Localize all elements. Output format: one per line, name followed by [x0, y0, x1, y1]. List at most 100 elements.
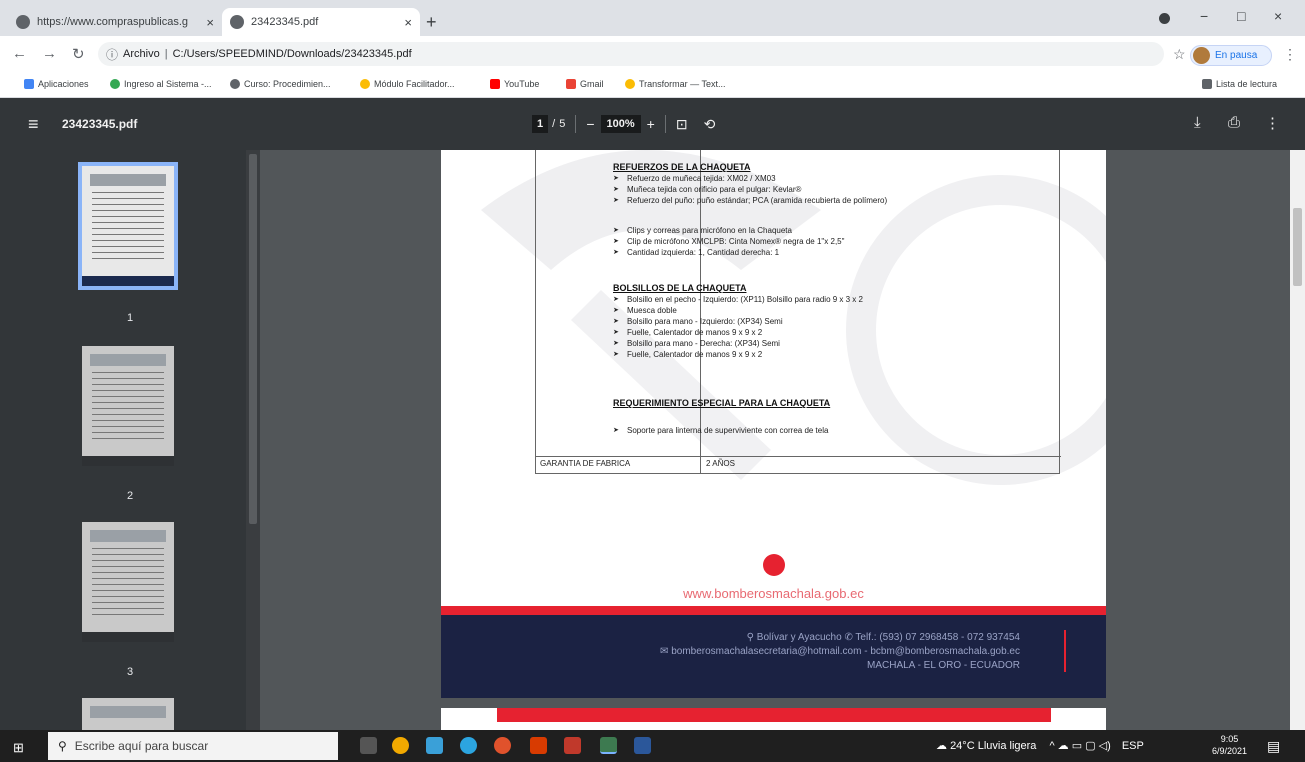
thumbnail-page-4[interactable] [82, 698, 174, 730]
bookmark-gmail[interactable]: Gmail [566, 79, 604, 89]
minimize-button[interactable]: − [1200, 8, 1208, 24]
address-bar[interactable]: ⓘ Archivo | C:/Users/SPEEDMIND/Downloads… [98, 42, 1164, 66]
zoom-out-button[interactable]: − [586, 116, 594, 132]
list-item: Cantidad izquierda: 1, Cantidad derecha:… [613, 248, 957, 257]
browser-menu-icon[interactable]: ⋮ [1283, 46, 1297, 63]
search-placeholder: Escribe aquí para buscar [74, 739, 209, 753]
thumbnail-scrollbar[interactable] [246, 150, 260, 730]
footer-address: Bolívar y Ayacucho [756, 632, 842, 643]
task-view-icon[interactable] [360, 737, 377, 754]
bookmark-curso[interactable]: Curso: Procedimien... [230, 79, 331, 89]
list-item: Bolsillo en el pecho - Izquierdo: (XP11)… [613, 295, 957, 304]
browser-tab-compraspublicas[interactable]: https://www.compraspublicas.g × [8, 8, 222, 36]
thumbnail-footer [82, 456, 174, 466]
page-separator: / [552, 118, 556, 130]
footer-city: MACHALA - EL ORO - ECUADOR [867, 660, 1020, 671]
menu-icon[interactable]: ≡ [28, 114, 39, 135]
reading-list[interactable]: Lista de lectura [1202, 79, 1277, 89]
website-link[interactable]: www.bomberosmachala.gob.ec [441, 586, 1106, 601]
scrollbar-thumb[interactable] [249, 154, 257, 524]
browser-toolbar: ← → ↻ ⓘ Archivo | C:/Users/SPEEDMIND/Dow… [0, 36, 1305, 72]
bookmark-label: Transformar — Text... [639, 79, 726, 89]
thumbnail-header [90, 706, 166, 718]
site-icon [625, 79, 635, 89]
bookmark-star-icon[interactable]: ☆ [1173, 46, 1186, 63]
office-icon[interactable] [530, 737, 547, 754]
app-icon[interactable] [564, 737, 581, 754]
bookmark-label: Curso: Procedimien... [244, 79, 331, 89]
download-icon[interactable]: ⤓ [1194, 114, 1201, 131]
tray-icons[interactable]: ^ ☁ ▭ ▢ ◁) [1049, 740, 1110, 752]
notification-icon[interactable]: ▤ [1267, 738, 1280, 755]
firefox-icon[interactable] [494, 737, 511, 754]
bookmark-label: Gmail [580, 79, 604, 89]
chrome-active-icon[interactable] [600, 737, 617, 754]
close-tab-icon[interactable]: × [206, 15, 214, 30]
location-pin-icon: ⚲ [746, 632, 757, 643]
warranty-label: GARANTIA DE FABRICA [540, 459, 631, 468]
edge-icon[interactable] [460, 737, 477, 754]
list-item: Bolsillo para mano - Derecha: (XP34) Sem… [613, 339, 957, 348]
record-indicator-icon [1159, 13, 1170, 24]
footer-accent-line [1064, 630, 1066, 672]
taskbar-search[interactable]: ⚲ Escribe aquí para buscar [48, 732, 338, 760]
time: 9:05 [1220, 734, 1239, 744]
address-path: C:/Users/SPEEDMIND/Downloads/23423345.pd… [172, 48, 412, 60]
windows-taskbar: ⊞ ⚲ Escribe aquí para buscar ☁ 24°C Lluv… [0, 730, 1305, 762]
windows-start-icon[interactable]: ⊞ [13, 740, 24, 756]
zoom-in-button[interactable]: + [647, 116, 655, 132]
thumbnail-page-3[interactable] [82, 522, 174, 642]
close-tab-icon[interactable]: × [404, 15, 412, 30]
security-label: Archivo [123, 48, 160, 60]
language-indicator[interactable]: ESP [1122, 740, 1144, 752]
chrome-icon[interactable] [392, 737, 409, 754]
mail-icon: ✉ [660, 646, 672, 657]
forward-arrow-icon[interactable]: → [42, 45, 57, 62]
current-page-input[interactable]: 1 [532, 115, 549, 133]
thumbnail-page-2[interactable] [82, 346, 174, 466]
scrollbar-thumb[interactable] [1293, 208, 1302, 286]
page-2-header-band [497, 708, 1051, 722]
clock[interactable]: 9:05 6/9/2021 [1212, 733, 1247, 757]
maximize-button[interactable]: □ [1237, 8, 1245, 24]
info-icon[interactable]: ⓘ [106, 46, 118, 63]
fit-page-icon[interactable]: ⊡ [676, 116, 688, 133]
print-icon[interactable]: ⎙ [1228, 114, 1240, 131]
bookmark-ingreso[interactable]: Ingreso al Sistema -... [110, 79, 212, 89]
more-options-icon[interactable]: ⋮ [1265, 114, 1280, 132]
word-icon[interactable] [634, 737, 651, 754]
file-explorer-icon[interactable] [426, 737, 443, 754]
thumbnail-header [90, 530, 166, 542]
list-item: Fuelle, Calentador de manos 9 x 9 x 2 [613, 328, 957, 337]
weather-text[interactable]: 24°C Lluvia ligera [950, 740, 1036, 752]
back-arrow-icon[interactable]: ← [12, 45, 27, 62]
bookmark-label: Módulo Facilitador... [374, 79, 455, 89]
bookmark-label: YouTube [504, 79, 540, 89]
bookmark-transformar[interactable]: Transformar — Text... [625, 79, 726, 89]
list-item: Soporte para linterna de superviviente c… [613, 426, 957, 435]
globe-icon [16, 15, 30, 29]
thumbnail-page-1[interactable] [78, 162, 178, 290]
youtube-icon [490, 79, 500, 89]
profile-button[interactable]: En pausa [1190, 45, 1272, 66]
reload-icon[interactable]: ↻ [72, 45, 85, 63]
address-separator: | [164, 48, 168, 60]
rotate-icon[interactable]: ⟲ [704, 116, 716, 133]
globe-icon [230, 15, 244, 29]
zoom-input[interactable]: 100% [600, 115, 641, 133]
reading-list-label: Lista de lectura [1216, 79, 1278, 89]
thumbnail-lines [92, 548, 164, 618]
viewer-scrollbar[interactable] [1290, 150, 1305, 730]
bookmark-apps[interactable]: Aplicaciones [24, 79, 89, 89]
bookmark-youtube[interactable]: YouTube [490, 79, 539, 89]
bookmark-modulo[interactable]: Módulo Facilitador... [360, 79, 455, 89]
bookmarks-bar: Aplicaciones Ingreso al Sistema -... Cur… [0, 72, 1305, 98]
thumbnail-lines [92, 372, 164, 442]
browser-tab-pdf[interactable]: 23423345.pdf × [222, 8, 420, 36]
date: 6/9/2021 [1212, 746, 1248, 756]
page-footer: ⚲ Bolívar y Ayacucho ✆ Telf.: (593) 07 2… [441, 615, 1106, 698]
new-tab-button[interactable]: + [426, 12, 437, 33]
avatar [1193, 47, 1210, 64]
close-window-button[interactable]: × [1274, 8, 1282, 24]
list-item: Clip de micrófono XMCLPB: Cinta Nomex® n… [613, 237, 957, 246]
